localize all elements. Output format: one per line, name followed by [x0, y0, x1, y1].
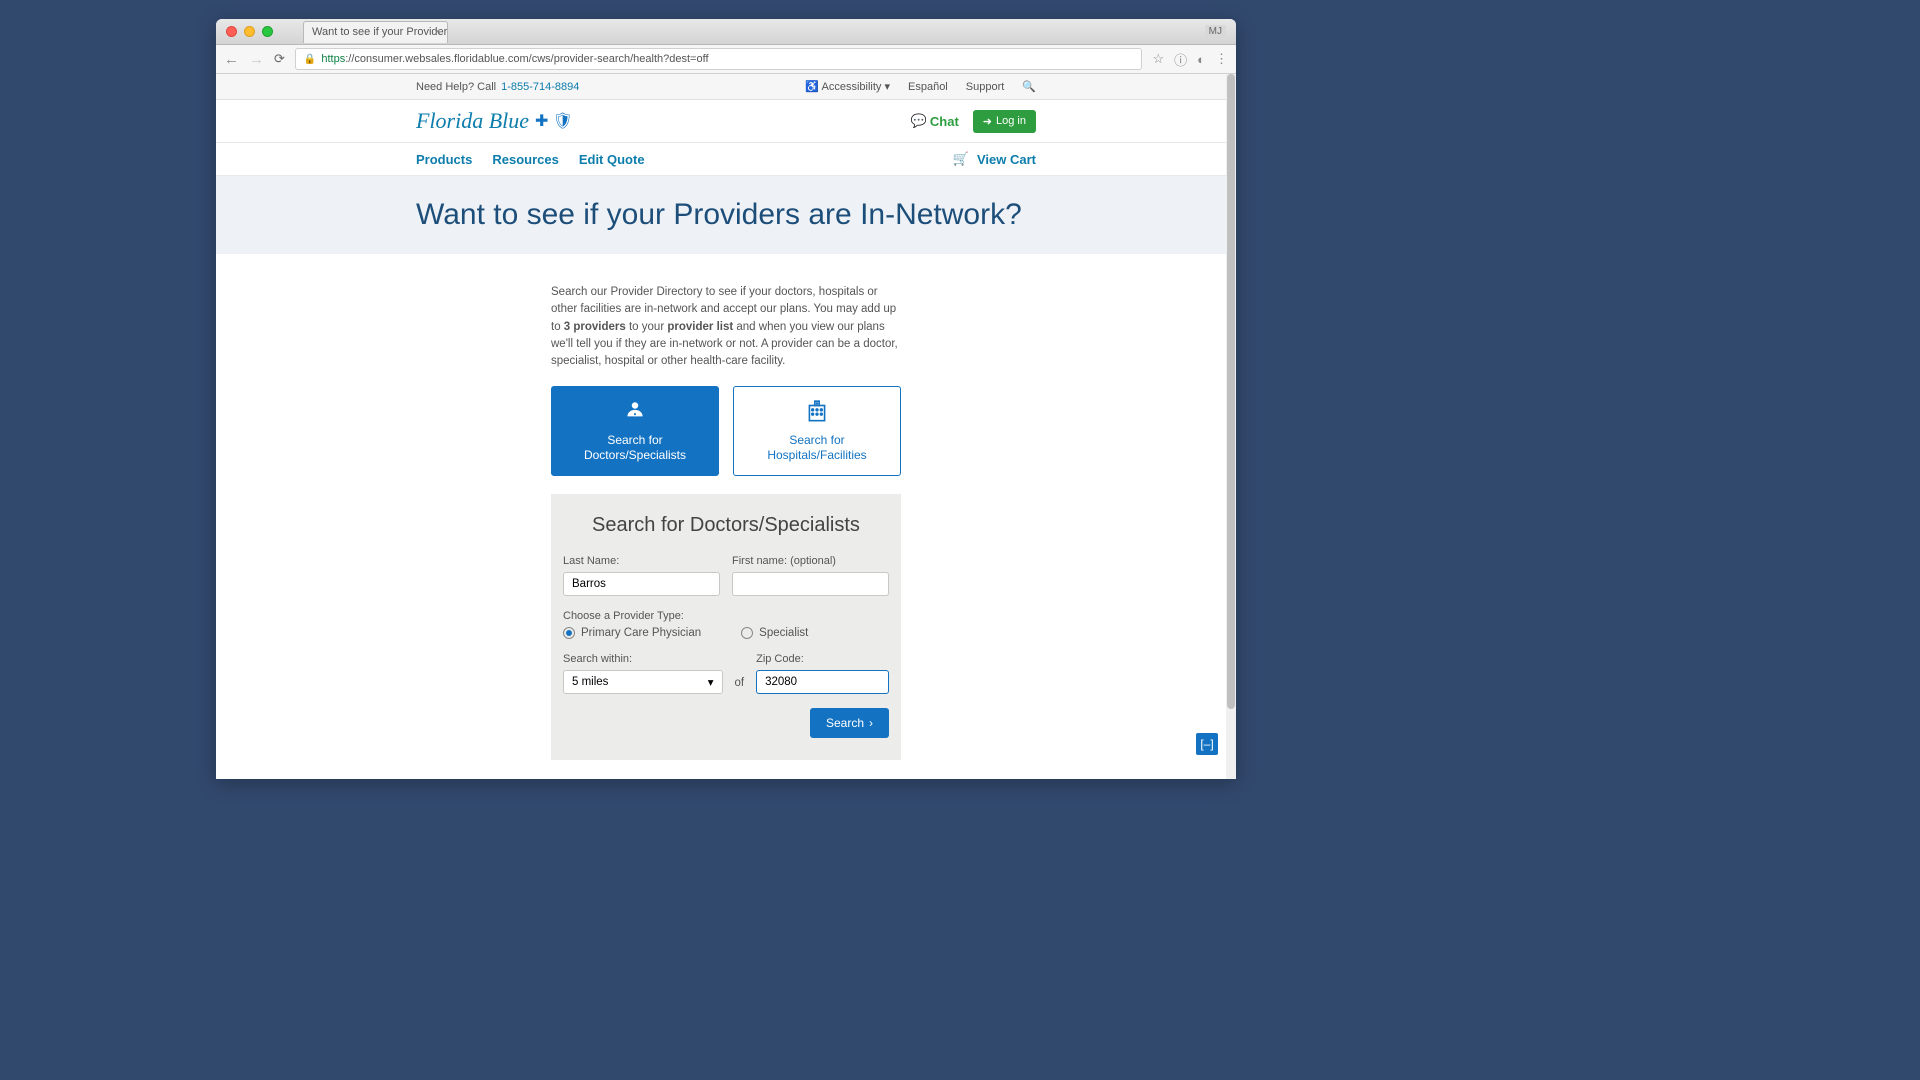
accessibility-link[interactable]: ♿ Accessibility ▾	[805, 80, 890, 93]
cart-icon: 🛒	[953, 151, 969, 167]
scrollbar[interactable]	[1226, 74, 1236, 779]
phone-link[interactable]: 1-855-714-8894	[501, 81, 579, 93]
chat-link[interactable]: 💬Chat	[911, 113, 959, 129]
forward-icon[interactable]: →	[249, 51, 264, 68]
main-content: Search our Provider Directory to see if …	[216, 254, 1236, 779]
reload-icon[interactable]: ⟳	[274, 51, 285, 67]
logo-text: Florida Blue	[416, 108, 529, 134]
espanol-link[interactable]: Español	[908, 81, 948, 93]
last-name-label: Last Name:	[563, 555, 720, 567]
main-nav: Products Resources Edit Quote 🛒 View Car…	[216, 142, 1236, 176]
chat-icon: 💬	[911, 113, 927, 129]
scrollbar-thumb[interactable]	[1227, 74, 1235, 709]
close-tab-icon[interactable]: ×	[435, 26, 441, 38]
tab-doctors[interactable]: Search for Doctors/Specialists	[551, 386, 719, 476]
lock-icon: 🔒	[304, 54, 316, 65]
search-within-label: Search within:	[563, 653, 723, 665]
of-label: of	[735, 677, 745, 694]
support-link[interactable]: Support	[966, 81, 1005, 93]
first-name-input[interactable]	[732, 572, 889, 596]
page-title: Want to see if your Providers are In-Net…	[416, 198, 1036, 232]
info-icon[interactable]: ⓘ	[1174, 50, 1187, 69]
cross-icon: ✚	[535, 111, 548, 131]
chevron-right-icon: ›	[869, 716, 873, 730]
zip-label: Zip Code:	[756, 653, 889, 665]
feedback-tab[interactable]: [–]	[1196, 733, 1218, 755]
radio-pcp[interactable]: Primary Care Physician	[563, 627, 701, 639]
site-header: Florida Blue ✚ 🛡 💬Chat ➜ Log in	[216, 100, 1236, 142]
back-icon[interactable]: ←	[224, 51, 239, 68]
doctor-icon	[622, 399, 648, 425]
search-panel-title: Search for Doctors/Specialists	[563, 514, 889, 537]
logo[interactable]: Florida Blue ✚ 🛡	[416, 108, 573, 134]
nav-products[interactable]: Products	[416, 152, 472, 167]
search-button[interactable]: Search ›	[810, 708, 889, 738]
toolbar-icons: ☆ ⓘ ◐ ⋮	[1152, 50, 1228, 69]
window-controls	[226, 26, 273, 37]
last-name-input[interactable]	[563, 572, 720, 596]
hero-band: Want to see if your Providers are In-Net…	[216, 176, 1236, 254]
view-cart-link[interactable]: 🛒 View Cart	[953, 151, 1036, 167]
page-viewport: Need Help? Call 1-855-714-8894 ♿ Accessi…	[216, 74, 1236, 779]
minimize-window-icon[interactable]	[244, 26, 255, 37]
star-icon[interactable]: ☆	[1152, 51, 1164, 67]
search-panel: Search for Doctors/Specialists Last Name…	[551, 494, 901, 760]
need-help-label: Need Help? Call	[416, 81, 496, 93]
close-window-icon[interactable]	[226, 26, 237, 37]
browser-tab[interactable]: Want to see if your Providers a ×	[303, 21, 448, 43]
nav-edit-quote[interactable]: Edit Quote	[579, 152, 645, 167]
intro-text: Search our Provider Directory to see if …	[551, 284, 901, 370]
url-protocol: https	[321, 53, 345, 65]
radio-icon	[741, 627, 753, 639]
utility-bar: Need Help? Call 1-855-714-8894 ♿ Accessi…	[216, 74, 1236, 100]
url-toolbar: ← → ⟳ 🔒 https://consumer.websales.florid…	[216, 45, 1236, 74]
radio-icon	[563, 627, 575, 639]
maximize-window-icon[interactable]	[262, 26, 273, 37]
provider-type-label: Choose a Provider Type:	[563, 610, 889, 622]
window-titlebar: Want to see if your Providers a × MJ	[216, 19, 1236, 45]
hospital-icon	[804, 399, 830, 425]
nav-resources[interactable]: Resources	[492, 152, 558, 167]
menu-icon[interactable]: ⋮	[1215, 51, 1228, 67]
address-bar[interactable]: 🔒 https://consumer.websales.floridablue.…	[295, 48, 1143, 70]
zip-input[interactable]	[756, 670, 889, 694]
search-icon[interactable]: 🔍	[1022, 80, 1036, 93]
search-type-tabs: Search for Doctors/Specialists Search fo…	[551, 386, 901, 476]
radius-select[interactable]: 5 miles ▾	[563, 670, 723, 694]
profile-badge[interactable]: MJ	[1205, 25, 1226, 38]
tab-hospitals[interactable]: Search for Hospitals/Facilities	[733, 386, 901, 476]
first-name-label: First name: (optional)	[732, 555, 889, 567]
shield-icon: 🛡	[552, 111, 572, 131]
chevron-down-icon: ▾	[708, 675, 714, 689]
login-icon: ➜	[983, 115, 992, 128]
login-button[interactable]: ➜ Log in	[973, 110, 1036, 133]
tab-title: Want to see if your Providers a	[312, 26, 448, 38]
radio-specialist[interactable]: Specialist	[741, 627, 808, 639]
url-text: ://consumer.websales.floridablue.com/cws…	[345, 53, 708, 65]
extension-icon[interactable]: ◐	[1197, 52, 1205, 67]
browser-window: Want to see if your Providers a × MJ ← →…	[216, 19, 1236, 779]
